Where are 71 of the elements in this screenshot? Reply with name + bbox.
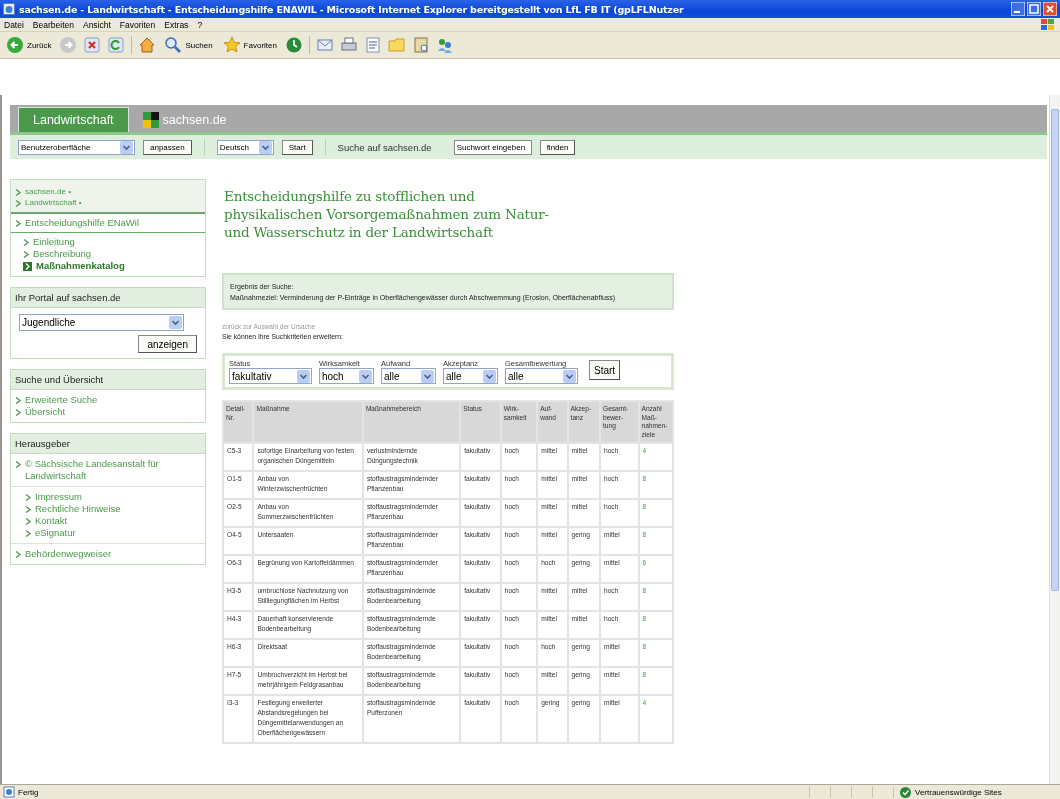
chevron-icon <box>15 551 21 558</box>
search-button[interactable]: Suchen <box>162 35 215 55</box>
refresh-icon[interactable] <box>107 36 126 54</box>
clock-icon[interactable] <box>284 36 303 54</box>
stop-icon[interactable] <box>83 36 102 54</box>
panel-title: Ihr Portal auf sachsen.de <box>11 288 205 308</box>
nav-link[interactable]: Rechtliche Hinweise <box>25 503 201 515</box>
menu-item[interactable]: ? <box>197 19 203 30</box>
status-text: Fertig <box>18 787 39 797</box>
filter-dropdown[interactable]: hoch <box>319 368 374 384</box>
section-link[interactable]: Entscheidungshilfe ENaWil <box>11 212 205 233</box>
menu-item[interactable]: Bearbeiten <box>32 19 74 30</box>
chevron-square-icon <box>23 261 32 271</box>
printer-icon[interactable] <box>339 36 358 54</box>
page-icon <box>3 786 15 798</box>
language-dropdown[interactable]: Deutsch <box>216 139 274 155</box>
back-button[interactable]: Zurück <box>4 35 54 55</box>
nav-link[interactable]: Maßnahmenkatalog <box>23 260 201 272</box>
book-icon[interactable] <box>411 36 430 54</box>
nav-link[interactable]: © Sächsische Landesanstalt für Landwirtschaft <box>15 458 201 482</box>
document-icon[interactable] <box>363 36 382 54</box>
favorites-button[interactable]: Favoriten <box>220 35 279 55</box>
filter-dropdown[interactable]: alle <box>381 368 436 384</box>
search-label: Suche auf sachsen.de <box>337 141 432 153</box>
menu-item[interactable]: Datei <box>4 19 24 30</box>
customize-button[interactable]: anpassen <box>143 139 192 155</box>
close-icon[interactable] <box>1043 2 1057 16</box>
browser-icon <box>3 3 15 15</box>
search-field[interactable]: Suchwort eingeben <box>453 139 532 155</box>
show-button[interactable]: anzeigen <box>138 335 197 353</box>
nav-link[interactable]: Beschreibung <box>23 248 201 260</box>
menu-item[interactable]: Favoriten <box>119 19 156 30</box>
start-button[interactable]: Start <box>589 360 621 380</box>
back-icon <box>6 36 24 54</box>
nav-link[interactable]: Erweiterte Suche <box>15 394 201 406</box>
security-zone-text: Vertrauenswürdige Sites <box>915 787 1002 797</box>
people-icon[interactable] <box>435 36 454 54</box>
home-icon[interactable] <box>138 36 157 54</box>
logo-icon <box>142 112 159 128</box>
nav-link[interactable]: Behördenwegweiser <box>15 548 201 560</box>
panel-title: Suche und Übersicht <box>11 370 205 390</box>
window-title: sachsen.de - Landwirtschaft - Entscheidungshilfe ENAWIL - Microsoft Internet Explorer bereitgestellt von LfL FB IT (gpLFLNutzer <box>19 3 685 15</box>
nav-link[interactable]: Einleitung <box>23 236 201 248</box>
nav-link[interactable]: eSignatur <box>25 527 201 539</box>
filter-dropdown[interactable]: fakultativ <box>229 368 312 384</box>
mail-icon[interactable] <box>315 36 334 54</box>
breadcrumb-link[interactable]: Landwirtschaft • <box>15 197 201 208</box>
filter-dropdown[interactable]: alle <box>443 368 498 384</box>
nav-link[interactable]: Übersicht <box>15 406 201 418</box>
menu-item[interactable]: Extras <box>164 19 189 30</box>
minimize-icon[interactable] <box>1011 2 1025 16</box>
nav-link[interactable]: Impressum <box>25 491 201 503</box>
windows-logo-icon <box>1040 18 1056 31</box>
breadcrumb-link[interactable]: sachsen.de • <box>15 186 201 197</box>
check-icon <box>900 786 911 798</box>
page-heading: Entscheidungshilfe zu stofflichen und physikalischen Vorsorgemaßnahmen zum Natur- und Wasserschutz in der Landwirtschaft <box>224 187 550 241</box>
find-button[interactable]: finden <box>539 139 576 155</box>
start-button[interactable]: Start <box>281 139 313 155</box>
maximize-icon[interactable] <box>1027 2 1041 16</box>
nav-link[interactable]: Kontakt <box>25 515 201 527</box>
menu-item[interactable]: Ansicht <box>82 19 111 30</box>
portal-dropdown[interactable]: Jugendliche <box>19 314 184 331</box>
filter-dropdown[interactable]: alle <box>505 368 578 384</box>
star-icon <box>222 36 241 54</box>
panel-title: Herausgeber <box>11 434 205 454</box>
interface-dropdown[interactable]: Benutzeroberfläche <box>18 139 135 155</box>
site-tab[interactable]: sachsen.de <box>138 108 231 132</box>
site-tab[interactable]: Landwirtschaft <box>18 107 129 132</box>
chevron-icon <box>15 461 21 468</box>
search-icon <box>164 36 183 54</box>
chevron-icon <box>15 220 21 227</box>
